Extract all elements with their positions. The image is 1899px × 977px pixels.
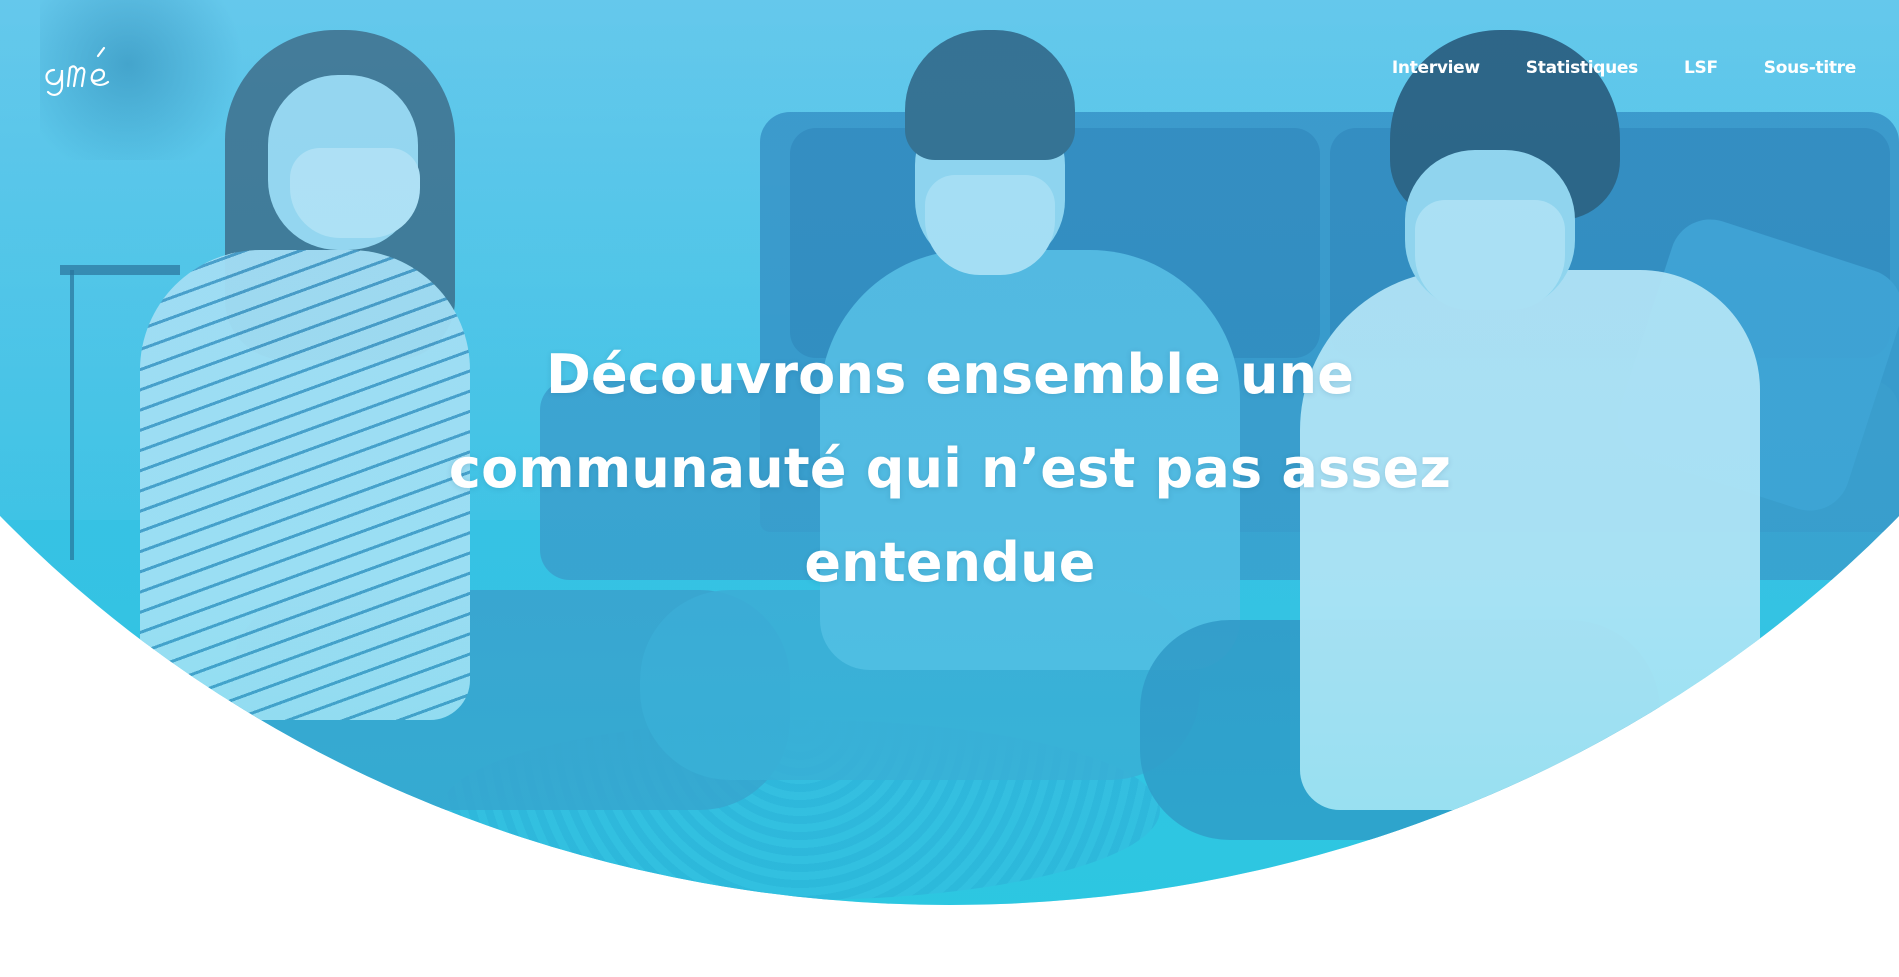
- site-logo[interactable]: [40, 40, 124, 100]
- hero-headline: Découvrons ensemble une communauté qui n…: [448, 343, 1452, 594]
- nav-link-lsf[interactable]: LSF: [1684, 58, 1718, 78]
- site-header: Interview Statistiques LSF Sous-titre: [0, 0, 1899, 140]
- page: Interview Statistiques LSF Sous-titre Dé…: [0, 0, 1899, 977]
- nav-link-interview[interactable]: Interview: [1392, 58, 1480, 78]
- nav-link-statistiques[interactable]: Statistiques: [1526, 58, 1639, 78]
- logo-icon: [45, 46, 110, 96]
- main-nav: Interview Statistiques LSF Sous-titre: [1392, 58, 1856, 78]
- nav-link-sous-titre[interactable]: Sous-titre: [1764, 58, 1857, 78]
